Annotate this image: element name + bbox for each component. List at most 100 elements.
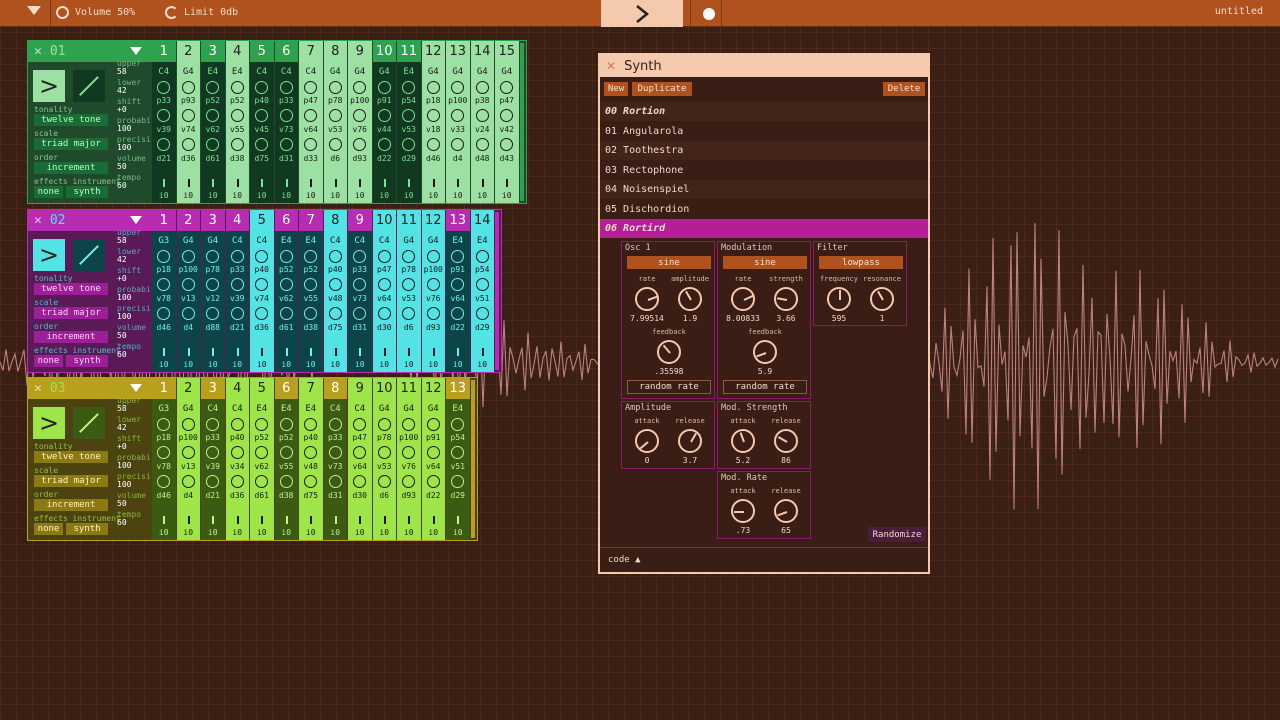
step-column[interactable]: 8 G4 p78 v53 d6 i0 <box>323 41 347 203</box>
velocity-knob-icon[interactable] <box>328 446 342 459</box>
duration-knob-icon[interactable] <box>279 138 293 151</box>
modrate-attack-knob[interactable] <box>731 499 755 523</box>
preset-item[interactable]: 05 Dischordion <box>600 199 928 219</box>
delete-button[interactable]: Delete <box>883 82 925 96</box>
volume-value[interactable]: 50 <box>117 162 127 171</box>
effects-select[interactable]: none <box>34 186 63 198</box>
step-number[interactable]: 3 <box>201 378 225 399</box>
step-number[interactable]: 1 <box>152 41 176 62</box>
step-column[interactable]: 8 C4 p33 v73 d31 i0 <box>323 378 347 540</box>
track-scrollbar[interactable] <box>470 380 475 538</box>
duration-knob-icon[interactable] <box>206 138 219 151</box>
duration-knob-icon[interactable] <box>328 138 342 151</box>
pitch-knob-icon[interactable] <box>426 81 440 94</box>
velocity-knob-icon[interactable] <box>230 278 244 291</box>
velocity-knob-icon[interactable] <box>157 446 170 459</box>
step-number[interactable]: 13 <box>446 41 470 62</box>
step-number[interactable]: 11 <box>397 41 421 62</box>
step-number[interactable]: 15 <box>495 41 519 62</box>
step-column[interactable]: 12 G4 p18 v18 d46 i0 <box>421 41 445 203</box>
step-number[interactable]: 8 <box>323 41 347 62</box>
pitch-knob-icon[interactable] <box>353 418 366 431</box>
step-column[interactable]: 6 E4 p52 v55 d38 i0 <box>274 378 298 540</box>
step-column[interactable]: 10 G4 p78 v53 d6 i0 <box>372 378 396 540</box>
duration-knob-icon[interactable] <box>304 307 317 320</box>
step-slider[interactable] <box>506 179 508 187</box>
pitch-knob-icon[interactable] <box>353 250 366 263</box>
precision-value[interactable]: 100 <box>117 312 131 321</box>
step-number[interactable]: 8 <box>323 378 347 399</box>
volume-value[interactable]: 50 <box>117 331 127 340</box>
close-icon[interactable]: ✕ <box>34 44 42 59</box>
duration-knob-icon[interactable] <box>353 307 366 320</box>
step-column[interactable]: 1 G3 p18 v78 d46 i0 <box>152 210 176 372</box>
pitch-knob-icon[interactable] <box>181 418 195 431</box>
step-slider[interactable] <box>261 179 263 187</box>
duration-knob-icon[interactable] <box>402 307 415 320</box>
duration-knob-icon[interactable] <box>181 307 195 320</box>
instrument-select[interactable]: synth <box>66 355 108 367</box>
velocity-knob-icon[interactable] <box>402 446 415 459</box>
modrate-release-knob[interactable] <box>774 499 798 523</box>
velocity-knob-icon[interactable] <box>451 446 464 459</box>
step-number[interactable]: 11 <box>397 378 421 399</box>
step-slider[interactable] <box>481 348 484 356</box>
collapse-icon[interactable] <box>130 216 142 224</box>
collapse-icon[interactable] <box>130 47 142 55</box>
pitch-knob-icon[interactable] <box>181 81 195 94</box>
velocity-knob-icon[interactable] <box>304 446 317 459</box>
step-number[interactable]: 6 <box>274 210 298 231</box>
project-name[interactable]: untitled <box>1215 6 1263 17</box>
step-slider[interactable] <box>261 348 263 356</box>
duration-knob-icon[interactable] <box>377 138 391 151</box>
velocity-knob-icon[interactable] <box>304 278 317 291</box>
duration-knob-icon[interactable] <box>426 307 440 320</box>
duration-knob-icon[interactable] <box>328 475 342 488</box>
tempo-value[interactable]: 60 <box>117 181 127 190</box>
duration-knob-icon[interactable] <box>500 138 513 151</box>
duration-knob-icon[interactable] <box>304 475 317 488</box>
shift-value[interactable]: +0 <box>117 442 127 451</box>
scale-select[interactable]: triad major <box>34 475 108 487</box>
step-slider[interactable] <box>457 348 459 356</box>
step-number[interactable]: 12 <box>421 378 445 399</box>
velocity-knob-icon[interactable] <box>475 109 489 122</box>
tempo-value[interactable]: 60 <box>117 518 127 527</box>
step-number[interactable]: 2 <box>176 41 200 62</box>
scale-select[interactable]: triad major <box>34 138 108 150</box>
step-slider[interactable] <box>334 179 337 187</box>
pitch-knob-icon[interactable] <box>328 418 342 431</box>
pitch-knob-icon[interactable] <box>402 81 415 94</box>
velocity-knob-icon[interactable] <box>206 446 219 459</box>
step-column[interactable]: 6 C4 p33 v73 d31 i0 <box>274 41 298 203</box>
pitch-knob-icon[interactable] <box>206 418 219 431</box>
pitch-knob-icon[interactable] <box>230 250 244 263</box>
velocity-knob-icon[interactable] <box>157 278 170 291</box>
track-edit-button[interactable] <box>73 239 105 271</box>
step-column[interactable]: 9 C4 p47 v64 d30 i0 <box>348 378 372 540</box>
mod-rate-knob[interactable] <box>731 287 755 311</box>
duration-knob-icon[interactable] <box>157 307 170 320</box>
code-toggle[interactable]: code ▲ <box>600 547 928 572</box>
step-slider[interactable] <box>310 348 312 356</box>
duration-knob-icon[interactable] <box>279 475 293 488</box>
step-column[interactable]: 5 E4 p52 v62 d61 i0 <box>250 378 274 540</box>
pitch-knob-icon[interactable] <box>377 81 391 94</box>
step-slider[interactable] <box>187 348 190 356</box>
duration-knob-icon[interactable] <box>353 138 366 151</box>
velocity-knob-icon[interactable] <box>377 109 391 122</box>
track-scrollbar[interactable] <box>519 43 524 201</box>
step-number[interactable]: 5 <box>250 378 274 399</box>
duration-knob-icon[interactable] <box>475 307 489 320</box>
velocity-knob-icon[interactable] <box>181 109 195 122</box>
step-slider[interactable] <box>457 179 459 187</box>
step-number[interactable]: 8 <box>323 210 347 231</box>
step-number[interactable]: 4 <box>225 210 249 231</box>
step-column[interactable]: 13 E4 p54 v51 d29 i0 <box>446 378 470 540</box>
step-column[interactable]: 3 C4 p33 v39 d21 i0 <box>201 378 225 540</box>
shift-value[interactable]: +0 <box>117 274 127 283</box>
effects-select[interactable]: none <box>34 523 63 535</box>
order-select[interactable]: increment <box>34 162 108 174</box>
step-column[interactable]: 9 C4 p33 v73 d31 i0 <box>348 210 372 372</box>
step-number[interactable]: 2 <box>176 378 200 399</box>
